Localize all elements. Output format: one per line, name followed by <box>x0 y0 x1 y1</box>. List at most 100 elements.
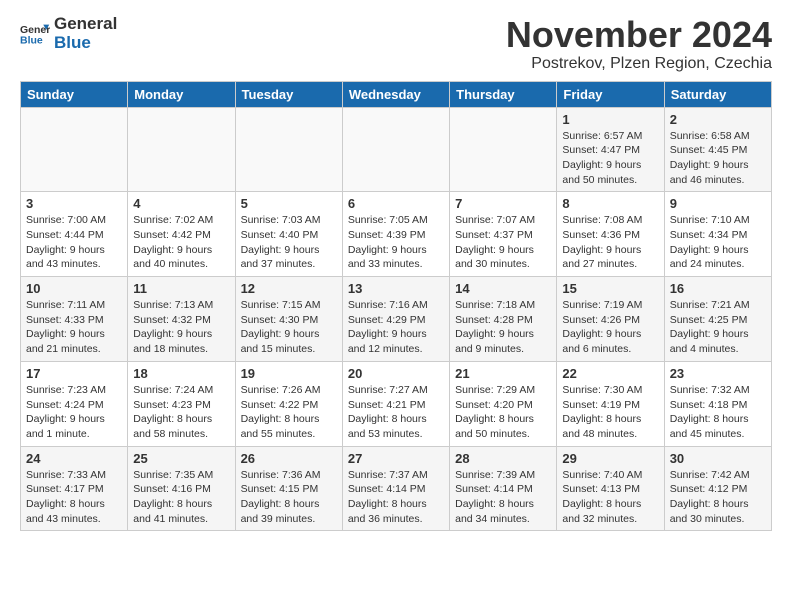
day-number: 9 <box>670 196 766 211</box>
calendar-week-row: 3 Sunrise: 7:00 AMSunset: 4:44 PMDaylight… <box>21 192 772 277</box>
day-info: Sunrise: 7:10 AMSunset: 4:34 PMDaylight:… <box>670 213 766 272</box>
day-info: Sunrise: 7:08 AMSunset: 4:36 PMDaylight:… <box>562 213 658 272</box>
calendar-dow-header: Wednesday <box>342 81 449 107</box>
day-info: Sunrise: 7:40 AMSunset: 4:13 PMDaylight:… <box>562 468 658 527</box>
day-info: Sunrise: 7:13 AMSunset: 4:32 PMDaylight:… <box>133 298 229 357</box>
calendar-week-row: 17 Sunrise: 7:23 AMSunset: 4:24 PMDayligh… <box>21 361 772 446</box>
day-number: 17 <box>26 366 122 381</box>
day-info: Sunrise: 6:57 AMSunset: 4:47 PMDaylight:… <box>562 129 658 188</box>
day-info: Sunrise: 7:19 AMSunset: 4:26 PMDaylight:… <box>562 298 658 357</box>
day-number: 3 <box>26 196 122 211</box>
calendar-cell: 5Sunrise: 7:03 AMSunset: 4:40 PMDaylight… <box>235 192 342 277</box>
calendar-week-row: 24Sunrise: 7:33 AMSunset: 4:17 PMDayligh… <box>21 446 772 531</box>
day-number: 27 <box>348 451 444 466</box>
day-info: Sunrise: 7:00 AMSunset: 4:44 PMDaylight:… <box>26 213 122 272</box>
day-number: 24 <box>26 451 122 466</box>
calendar-cell: 8 Sunrise: 7:08 AMSunset: 4:36 PMDaylight… <box>557 192 664 277</box>
calendar-cell: 27Sunrise: 7:37 AMSunset: 4:14 PMDayligh… <box>342 446 449 531</box>
calendar-cell: 9 Sunrise: 7:10 AMSunset: 4:34 PMDaylight… <box>664 192 771 277</box>
calendar-cell: 12 Sunrise: 7:15 AMSunset: 4:30 PMDayligh… <box>235 277 342 362</box>
day-number: 18 <box>133 366 229 381</box>
calendar-cell: 13Sunrise: 7:16 AMSunset: 4:29 PMDayligh… <box>342 277 449 362</box>
day-info: Sunrise: 7:07 AMSunset: 4:37 PMDaylight:… <box>455 213 551 272</box>
calendar-cell: 16Sunrise: 7:21 AMSunset: 4:25 PMDayligh… <box>664 277 771 362</box>
calendar-cell <box>21 107 128 192</box>
calendar-cell: 7Sunrise: 7:07 AMSunset: 4:37 PMDaylight… <box>450 192 557 277</box>
calendar-cell: 17 Sunrise: 7:23 AMSunset: 4:24 PMDayligh… <box>21 361 128 446</box>
logo: General Blue General Blue <box>20 15 117 52</box>
day-info: Sunrise: 7:15 AMSunset: 4:30 PMDaylight:… <box>241 298 337 357</box>
day-info: Sunrise: 7:32 AMSunset: 4:18 PMDaylight:… <box>670 383 766 442</box>
day-info: Sunrise: 7:03 AMSunset: 4:40 PMDaylight:… <box>241 213 337 272</box>
day-number: 14 <box>455 281 551 296</box>
day-number: 2 <box>670 112 766 127</box>
calendar-dow-header: Thursday <box>450 81 557 107</box>
day-info: Sunrise: 7:27 AMSunset: 4:21 PMDaylight:… <box>348 383 444 442</box>
day-info: Sunrise: 7:26 AMSunset: 4:22 PMDaylight:… <box>241 383 337 442</box>
day-number: 11 <box>133 281 229 296</box>
month-title: November 2024 <box>506 15 772 55</box>
calendar-dow-header: Monday <box>128 81 235 107</box>
calendar-cell <box>128 107 235 192</box>
day-number: 12 <box>241 281 337 296</box>
day-info: Sunrise: 7:02 AMSunset: 4:42 PMDaylight:… <box>133 213 229 272</box>
calendar-dow-header: Tuesday <box>235 81 342 107</box>
day-info: Sunrise: 6:58 AMSunset: 4:45 PMDaylight:… <box>670 129 766 188</box>
calendar-cell: 25 Sunrise: 7:35 AMSunset: 4:16 PMDayligh… <box>128 446 235 531</box>
day-info: Sunrise: 7:05 AMSunset: 4:39 PMDaylight:… <box>348 213 444 272</box>
calendar-header-row: SundayMondayTuesdayWednesdayThursdayFrid… <box>21 81 772 107</box>
calendar-cell <box>450 107 557 192</box>
day-number: 15 <box>562 281 658 296</box>
calendar-cell: 15 Sunrise: 7:19 AMSunset: 4:26 PMDayligh… <box>557 277 664 362</box>
calendar-cell: 1 Sunrise: 6:57 AMSunset: 4:47 PMDaylight… <box>557 107 664 192</box>
logo-wordmark: General Blue <box>54 15 117 52</box>
calendar-cell: 29Sunrise: 7:40 AMSunset: 4:13 PMDayligh… <box>557 446 664 531</box>
day-info: Sunrise: 7:35 AMSunset: 4:16 PMDaylight:… <box>133 468 229 527</box>
logo-blue: Blue <box>54 34 117 53</box>
calendar-cell: 14Sunrise: 7:18 AMSunset: 4:28 PMDayligh… <box>450 277 557 362</box>
calendar-cell <box>342 107 449 192</box>
day-number: 23 <box>670 366 766 381</box>
calendar-dow-header: Sunday <box>21 81 128 107</box>
calendar-cell: 26 Sunrise: 7:36 AMSunset: 4:15 PMDayligh… <box>235 446 342 531</box>
day-number: 22 <box>562 366 658 381</box>
calendar-cell: 19 Sunrise: 7:26 AMSunset: 4:22 PMDayligh… <box>235 361 342 446</box>
logo-general: General <box>54 15 117 34</box>
calendar-week-row: 1 Sunrise: 6:57 AMSunset: 4:47 PMDaylight… <box>21 107 772 192</box>
calendar-table: SundayMondayTuesdayWednesdayThursdayFrid… <box>20 81 772 532</box>
day-number: 21 <box>455 366 551 381</box>
day-info: Sunrise: 7:42 AMSunset: 4:12 PMDaylight:… <box>670 468 766 527</box>
day-number: 13 <box>348 281 444 296</box>
svg-text:Blue: Blue <box>20 34 43 46</box>
calendar-cell: 22 Sunrise: 7:30 AMSunset: 4:19 PMDayligh… <box>557 361 664 446</box>
title-area: November 2024 Postrekov, Plzen Region, C… <box>506 15 772 73</box>
day-info: Sunrise: 7:11 AMSunset: 4:33 PMDaylight:… <box>26 298 122 357</box>
calendar-cell: 3 Sunrise: 7:00 AMSunset: 4:44 PMDaylight… <box>21 192 128 277</box>
day-info: Sunrise: 7:30 AMSunset: 4:19 PMDaylight:… <box>562 383 658 442</box>
day-number: 25 <box>133 451 229 466</box>
location: Postrekov, Plzen Region, Czechia <box>506 55 772 73</box>
calendar-cell: 23 Sunrise: 7:32 AMSunset: 4:18 PMDayligh… <box>664 361 771 446</box>
logo-icon: General Blue <box>20 19 50 49</box>
calendar-cell <box>235 107 342 192</box>
calendar-cell: 6 Sunrise: 7:05 AMSunset: 4:39 PMDaylight… <box>342 192 449 277</box>
day-info: Sunrise: 7:39 AMSunset: 4:14 PMDaylight:… <box>455 468 551 527</box>
calendar-cell: 21Sunrise: 7:29 AMSunset: 4:20 PMDayligh… <box>450 361 557 446</box>
day-info: Sunrise: 7:23 AMSunset: 4:24 PMDaylight:… <box>26 383 122 442</box>
calendar-cell: 18 Sunrise: 7:24 AMSunset: 4:23 PMDayligh… <box>128 361 235 446</box>
calendar-cell: 28Sunrise: 7:39 AMSunset: 4:14 PMDayligh… <box>450 446 557 531</box>
day-number: 16 <box>670 281 766 296</box>
day-number: 1 <box>562 112 658 127</box>
day-number: 19 <box>241 366 337 381</box>
day-number: 26 <box>241 451 337 466</box>
day-info: Sunrise: 7:36 AMSunset: 4:15 PMDaylight:… <box>241 468 337 527</box>
day-number: 8 <box>562 196 658 211</box>
day-info: Sunrise: 7:24 AMSunset: 4:23 PMDaylight:… <box>133 383 229 442</box>
day-number: 4 <box>133 196 229 211</box>
day-number: 6 <box>348 196 444 211</box>
calendar-week-row: 10Sunrise: 7:11 AMSunset: 4:33 PMDayligh… <box>21 277 772 362</box>
page-container: General Blue General Blue November 2024 … <box>0 0 792 551</box>
calendar-dow-header: Saturday <box>664 81 771 107</box>
header: General Blue General Blue November 2024 … <box>20 15 772 73</box>
calendar-cell: 4 Sunrise: 7:02 AMSunset: 4:42 PMDaylight… <box>128 192 235 277</box>
